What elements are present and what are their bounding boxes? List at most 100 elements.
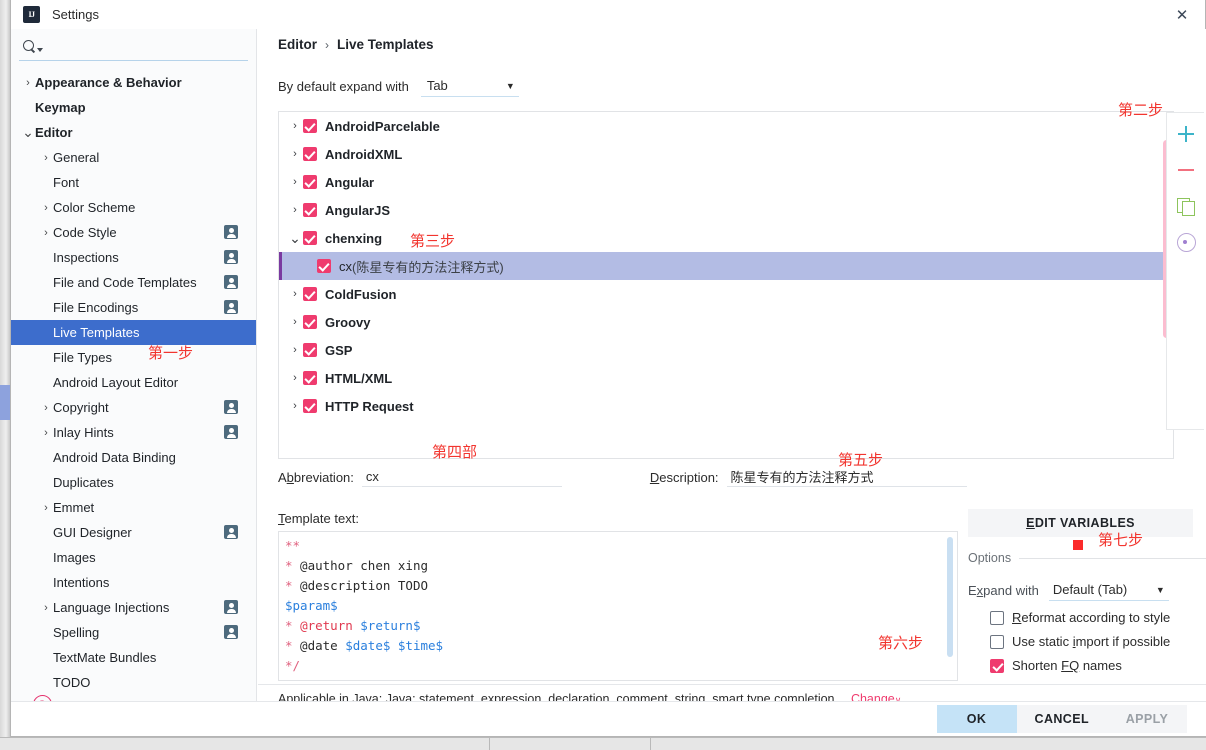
sidebar-item-duplicates[interactable]: Duplicates (11, 470, 256, 495)
abbreviation-input[interactable] (361, 467, 562, 487)
template-group-row[interactable]: › ColdFusion (279, 280, 1173, 308)
sidebar-item-keymap[interactable]: Keymap (11, 95, 256, 120)
close-icon[interactable]: ✕ (1159, 0, 1205, 29)
template-group-row[interactable]: › Angular (279, 168, 1173, 196)
sidebar-item-code-style[interactable]: › Code Style (11, 220, 256, 245)
reformat-checkbox[interactable] (990, 610, 1004, 625)
revert-icon[interactable] (1175, 231, 1197, 253)
option-reformat-row[interactable]: Reformat according to style (968, 610, 1206, 625)
expand-with-label: Expand with (968, 582, 1039, 598)
template-group-row[interactable]: › AndroidParcelable (279, 112, 1173, 140)
template-group-row[interactable]: ⌄ chenxing (279, 224, 1173, 252)
template-group-row[interactable]: › AndroidXML (279, 140, 1173, 168)
template-group-checkbox[interactable] (303, 147, 317, 161)
template-group-checkbox[interactable] (303, 119, 317, 133)
chevron-right-icon[interactable]: › (287, 176, 303, 188)
sidebar-item-font[interactable]: Font (11, 170, 256, 195)
chevron-right-icon[interactable]: › (39, 202, 53, 214)
breadcrumb-parent[interactable]: Editor (278, 37, 317, 52)
sidebar-item-textmate-bundles[interactable]: TextMate Bundles (11, 645, 256, 670)
template-group-row[interactable]: › GSP (279, 336, 1173, 364)
expand-with-row: Expand with Default (Tab) ▼ (968, 579, 1206, 601)
sidebar-item-inspections[interactable]: Inspections (11, 245, 256, 270)
profile-scope-icon (224, 275, 238, 289)
chevron-down-icon[interactable]: ⌄ (21, 124, 35, 141)
chevron-right-icon[interactable]: › (287, 316, 303, 328)
description-input[interactable] (726, 467, 967, 487)
sidebar-item-todo[interactable]: TODO (11, 670, 256, 695)
chevron-right-icon[interactable]: › (39, 152, 53, 164)
sidebar-item-general[interactable]: › General (11, 145, 256, 170)
remove-icon[interactable] (1175, 159, 1197, 181)
sidebar-item-android-data-binding[interactable]: Android Data Binding (11, 445, 256, 470)
template-group-checkbox[interactable] (303, 203, 317, 217)
template-group-checkbox[interactable] (303, 175, 317, 189)
template-group-checkbox[interactable] (303, 371, 317, 385)
search-input[interactable] (42, 38, 248, 55)
chevron-right-icon[interactable]: › (287, 372, 303, 384)
static-import-checkbox[interactable] (990, 634, 1004, 649)
template-text-token: * (285, 638, 293, 653)
template-group-checkbox[interactable] (303, 315, 317, 329)
chevron-right-icon[interactable]: › (287, 344, 303, 356)
chevron-right-icon[interactable]: › (287, 400, 303, 412)
chevron-right-icon[interactable]: › (287, 288, 303, 300)
sidebar-item-editor[interactable]: ⌄ Editor (11, 120, 256, 145)
template-text-editor[interactable]: ** * @author chen xing * @description TODO… (278, 531, 958, 681)
template-group-checkbox[interactable] (303, 287, 317, 301)
template-group-row[interactable]: › AngularJS (279, 196, 1173, 224)
intellij-idea-logo-icon (23, 6, 40, 23)
live-templates-tree[interactable]: › AndroidParcelable › AndroidXML › Angular › An… (278, 111, 1174, 459)
template-group-checkbox[interactable] (303, 343, 317, 357)
chevron-right-icon[interactable]: › (39, 502, 53, 514)
sidebar-item-label: Emmet (53, 500, 95, 515)
chevron-right-icon[interactable]: › (39, 402, 53, 414)
template-group-name: AngularJS (325, 202, 391, 218)
template-group-checkbox[interactable] (303, 231, 317, 245)
sidebar-item-inlay-hints[interactable]: › Inlay Hints (11, 420, 256, 445)
template-group-row[interactable]: › Groovy (279, 308, 1173, 336)
copy-icon[interactable] (1175, 195, 1197, 217)
sidebar-item-spelling[interactable]: Spelling (11, 620, 256, 645)
sidebar-item-images[interactable]: Images (11, 545, 256, 570)
chevron-right-icon[interactable]: › (39, 602, 53, 614)
add-icon[interactable] (1175, 123, 1197, 145)
template-group-checkbox[interactable] (303, 399, 317, 413)
template-group-row[interactable]: › HTTP Request (279, 392, 1173, 420)
sidebar-item-emmet[interactable]: › Emmet (11, 495, 256, 520)
shorten-fq-checkbox[interactable] (990, 658, 1004, 673)
template-item-checkbox[interactable] (317, 259, 331, 273)
expand-with-select[interactable]: Default (Tab) ▼ (1048, 579, 1169, 601)
chevron-right-icon[interactable]: › (287, 120, 303, 132)
chevron-right-icon[interactable]: › (39, 427, 53, 439)
option-shorten-fq-row[interactable]: Shorten FQ names (968, 658, 1206, 673)
option-static-import-row[interactable]: Use static import if possible (968, 634, 1206, 649)
sidebar-item-copyright[interactable]: › Copyright (11, 395, 256, 420)
chevron-right-icon[interactable]: › (21, 77, 35, 89)
ok-button[interactable]: OK (936, 705, 1017, 733)
sidebar-item-file-encodings[interactable]: File Encodings (11, 295, 256, 320)
default-expand-with-select[interactable]: Tab ▼ (420, 75, 519, 97)
sidebar-item-language-injections[interactable]: › Language Injections (11, 595, 256, 620)
template-editor-scrollbar[interactable] (947, 537, 953, 657)
sidebar-item-file-types[interactable]: File Types (11, 345, 256, 370)
sidebar-item-color-scheme[interactable]: › Color Scheme (11, 195, 256, 220)
sidebar-item-label: File Types (53, 350, 113, 365)
edit-variables-button[interactable]: E DIT VARIABLES (968, 509, 1193, 537)
template-item-row[interactable]: cx (陈星专有的方法注释方式) (279, 252, 1173, 280)
sidebar-item-gui-designer[interactable]: GUI Designer (11, 520, 256, 545)
sidebar-item-file-and-code-templates[interactable]: File and Code Templates (11, 270, 256, 295)
chevron-right-icon[interactable]: › (287, 204, 303, 216)
sidebar-item-appearance-behavior[interactable]: › Appearance & Behavior (11, 70, 256, 95)
sidebar-item-live-templates[interactable]: Live Templates (11, 320, 256, 345)
chevron-right-icon[interactable]: › (287, 148, 303, 160)
settings-main-pane: Editor › Live Templates By default expan… (258, 29, 1206, 706)
sidebar-item-android-layout-editor[interactable]: Android Layout Editor (11, 370, 256, 395)
chevron-down-icon[interactable]: ⌄ (287, 230, 303, 247)
cancel-button[interactable]: CANCEL (1016, 705, 1107, 733)
chevron-right-icon[interactable]: › (39, 227, 53, 239)
apply-button[interactable]: APPLY (1107, 705, 1187, 733)
settings-search-row[interactable] (19, 33, 248, 61)
template-group-row[interactable]: › HTML/XML (279, 364, 1173, 392)
sidebar-item-intentions[interactable]: Intentions (11, 570, 256, 595)
